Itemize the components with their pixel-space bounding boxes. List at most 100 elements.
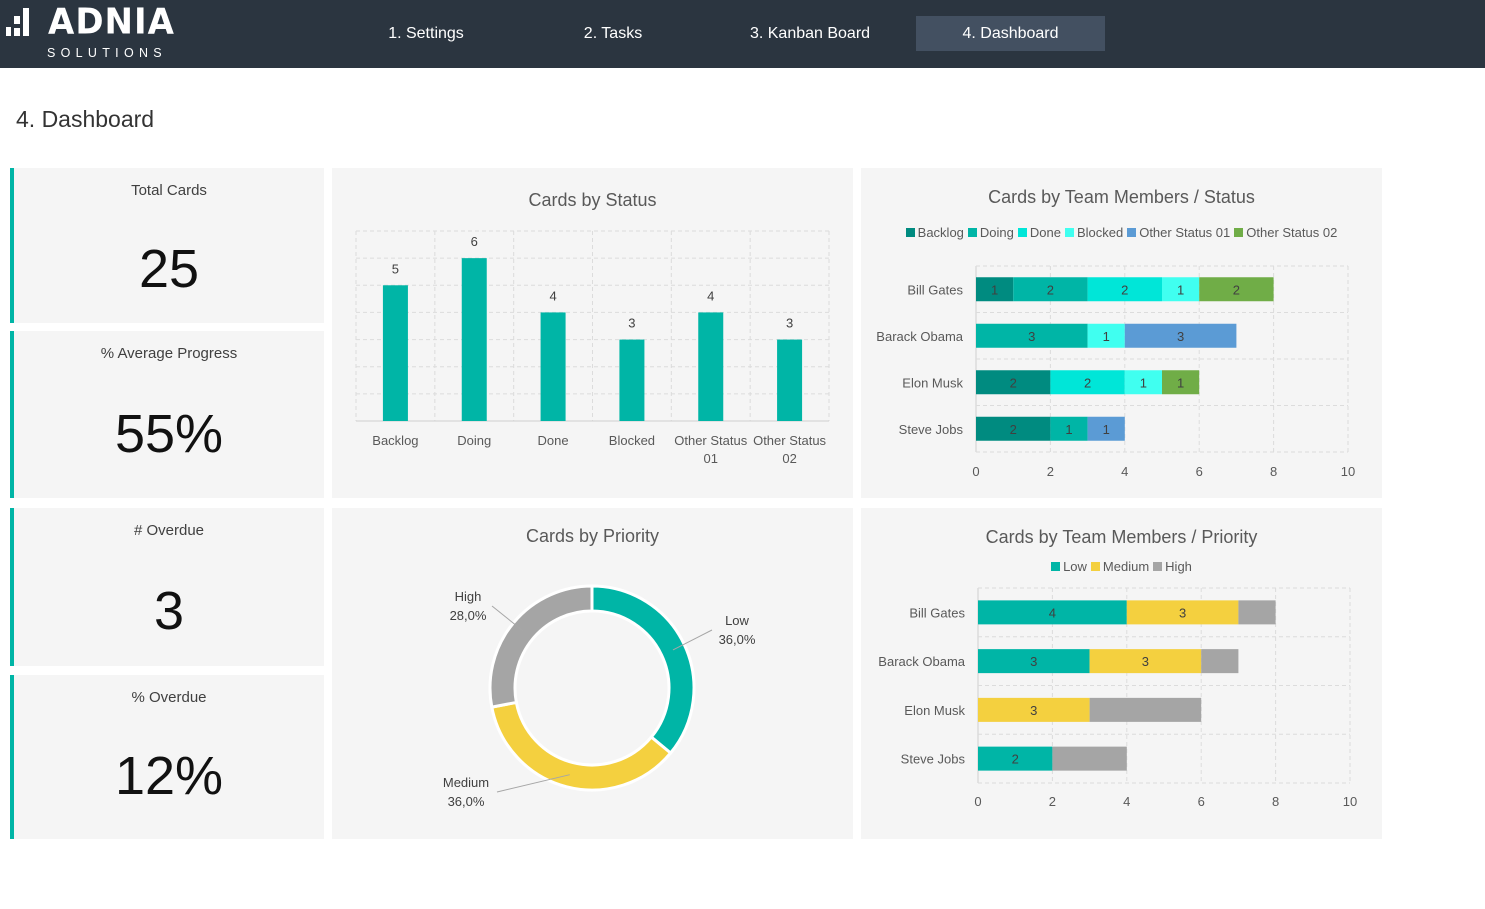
- x-tick-label: 10: [1343, 794, 1357, 809]
- kpi-overdue-count: # Overdue 3: [10, 508, 324, 666]
- page-title: 4. Dashboard: [16, 106, 155, 132]
- category-label: Bill Gates: [907, 282, 963, 297]
- data-label: 1: [1177, 375, 1184, 390]
- chart-team-status: Cards by Team Members / Status Backlog Do…: [861, 168, 1382, 498]
- brand-name: ADNIA: [48, 1, 175, 43]
- data-label: 2: [1233, 282, 1240, 297]
- x-tick-label: 2: [1049, 794, 1056, 809]
- category-label: Backlog: [372, 433, 418, 448]
- bar-backlog: [382, 285, 408, 421]
- bar-doing: [461, 258, 487, 421]
- category-label: Blocked: [609, 433, 655, 448]
- data-label: 2: [1047, 282, 1054, 297]
- category-label: 01: [704, 451, 718, 466]
- logo-bars-icon: [6, 8, 29, 36]
- slice-name-label: High: [455, 589, 482, 604]
- category-label: Elon Musk: [902, 375, 963, 390]
- x-tick-label: 4: [1123, 794, 1130, 809]
- kpi-value: 25: [138, 239, 200, 299]
- data-label: 3: [1179, 605, 1186, 620]
- slice-percent-label: 36,0%: [448, 794, 485, 809]
- bar-done: [540, 312, 566, 421]
- kpi-total-cards: Total Cards 25: [10, 168, 324, 323]
- kpi-value: 3: [153, 581, 185, 641]
- data-label: 1: [1103, 422, 1110, 437]
- data-label: 1: [991, 282, 998, 297]
- slice-high: [488, 584, 594, 709]
- x-tick-label: 0: [974, 794, 981, 809]
- category-label: Barack Obama: [876, 329, 963, 344]
- kpi-overdue-percent: % Overdue 12%: [10, 675, 324, 839]
- category-label: Doing: [457, 433, 491, 448]
- tab-kanban-board[interactable]: 3. Kanban Board: [730, 16, 890, 51]
- kpi-label: Total Cards: [131, 182, 207, 199]
- bar-segment-high: [1089, 697, 1202, 722]
- chart-team-priority: Cards by Team Members / Priority Low Medi…: [861, 508, 1382, 839]
- x-tick-label: 4: [1121, 464, 1128, 479]
- category-label: Other Status: [674, 433, 747, 448]
- data-label: 4: [707, 288, 714, 303]
- category-label: Steve Jobs: [901, 752, 966, 767]
- data-label: 2: [1084, 375, 1091, 390]
- slice-low: [590, 584, 696, 756]
- category-label: Steve Jobs: [899, 422, 964, 437]
- x-tick-label: 6: [1196, 464, 1203, 479]
- data-label: 3: [1142, 654, 1149, 669]
- category-label: Elon Musk: [904, 703, 965, 718]
- bar-segment-high: [1238, 600, 1276, 625]
- data-label: 4: [1049, 605, 1056, 620]
- data-label: 4: [549, 288, 556, 303]
- x-tick-label: 6: [1198, 794, 1205, 809]
- category-label: Done: [538, 433, 569, 448]
- data-label: 1: [1140, 375, 1147, 390]
- team-priority-bar-chart: 0 2 4 6 8 10 Bill Gates 4 3 Barack Obama 3 3 Elon Mu…: [878, 587, 1357, 809]
- data-label: 3: [786, 316, 793, 331]
- data-label: 5: [392, 261, 399, 276]
- tab-tasks[interactable]: 2. Tasks: [543, 16, 683, 51]
- data-label: 2: [1010, 375, 1017, 390]
- kpi-label: # Overdue: [133, 522, 205, 539]
- data-label: 1: [1177, 282, 1184, 297]
- data-label: 2: [1012, 752, 1019, 767]
- data-label: 2: [1121, 282, 1128, 297]
- data-label: 6: [471, 234, 478, 249]
- status-bar-chart: 5 Backlog 6 Doing 4 Done 3 Blocked 4 Other Status…: [355, 230, 830, 466]
- data-label: 2: [1010, 422, 1017, 437]
- x-tick-label: 0: [972, 464, 979, 479]
- x-tick-label: 8: [1270, 464, 1277, 479]
- tab-settings[interactable]: 1. Settings: [356, 16, 496, 51]
- slice-name-label: Medium: [443, 775, 489, 790]
- category-label: Barack Obama: [878, 654, 965, 669]
- data-label: 3: [1177, 329, 1184, 344]
- x-tick-label: 10: [1341, 464, 1355, 479]
- data-label: 3: [1030, 703, 1037, 718]
- tab-dashboard[interactable]: 4. Dashboard: [916, 16, 1105, 51]
- slice-percent-label: 36,0%: [719, 632, 756, 647]
- data-label: 3: [1028, 329, 1035, 344]
- category-label: Other Status: [753, 433, 826, 448]
- bar-segment-high: [1201, 649, 1239, 674]
- brand-logo: ADNIA SOLUTIONS: [6, 1, 174, 62]
- x-tick-label: 2: [1047, 464, 1054, 479]
- kpi-value: 12%: [114, 746, 224, 806]
- chart-cards-by-priority: Cards by Priority Low 36,0% Medium 36,0% Hig…: [332, 508, 853, 839]
- category-label: 02: [782, 451, 796, 466]
- data-label: 3: [628, 316, 635, 331]
- data-label: 1: [1065, 422, 1072, 437]
- data-label: 3: [1030, 654, 1037, 669]
- slice-name-label: Low: [725, 613, 749, 628]
- data-label: 1: [1103, 329, 1110, 344]
- kpi-value: 55%: [114, 404, 224, 464]
- bar-other-status-01: [698, 312, 724, 421]
- chart-cards-by-status: Cards by Status 5 Backlog 6 Doing 4 Done 3 Bloc…: [332, 168, 853, 498]
- x-tick-label: 8: [1272, 794, 1279, 809]
- kpi-average-progress: % Average Progress 55%: [10, 331, 324, 498]
- category-label: Bill Gates: [909, 605, 965, 620]
- slice-percent-label: 28,0%: [450, 608, 487, 623]
- kpi-label: % Average Progress: [100, 345, 238, 362]
- bar-blocked: [619, 339, 645, 421]
- top-navigation-bar: ADNIA SOLUTIONS 1. Settings 2. Tasks 3. …: [0, 0, 1485, 68]
- brand-tagline: SOLUTIONS: [47, 46, 167, 60]
- slice-medium: [490, 700, 673, 792]
- kpi-label: % Overdue: [131, 689, 207, 706]
